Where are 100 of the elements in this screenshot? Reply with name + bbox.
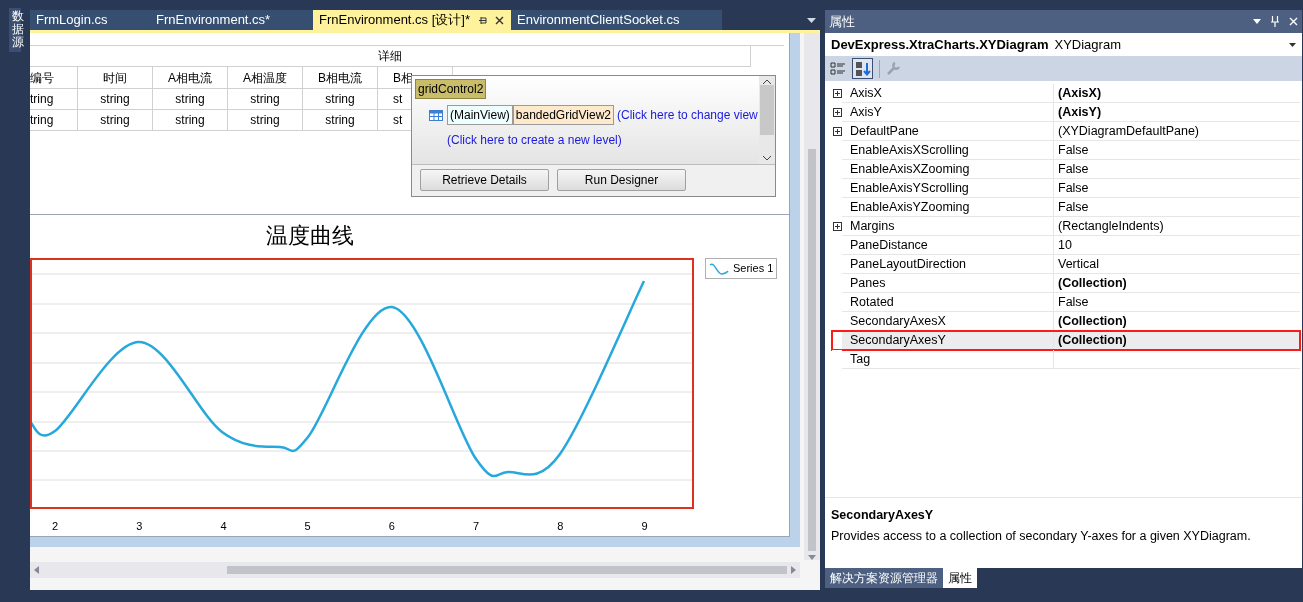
scroll-right-icon[interactable] bbox=[791, 566, 796, 574]
table-cell: string bbox=[228, 89, 303, 110]
table-cell: string bbox=[303, 89, 378, 110]
property-name: EnableAxisXScrolling bbox=[842, 141, 1054, 160]
axis-label: 4 bbox=[220, 519, 227, 534]
property-row[interactable]: DefaultPane (XYDiagramDefaultPane) bbox=[832, 122, 1300, 141]
property-value: 10 bbox=[1054, 236, 1300, 255]
scroll-up-icon[interactable] bbox=[763, 79, 771, 84]
column-header[interactable]: B相电流 bbox=[303, 67, 378, 89]
document-tab[interactable]: FrnEnvironment.cs [设计]* bbox=[313, 10, 511, 30]
property-row[interactable]: PaneDistance 10 bbox=[832, 236, 1300, 255]
caret-icon bbox=[1289, 42, 1296, 47]
axis-label: 7 bbox=[473, 519, 480, 534]
view-label: (MainView) bbox=[447, 105, 513, 125]
property-value: (Collection) bbox=[1054, 274, 1300, 293]
scroll-down-icon[interactable] bbox=[763, 156, 771, 161]
column-header[interactable]: A相电流 bbox=[153, 67, 228, 89]
property-value: False bbox=[1054, 141, 1300, 160]
scrollbar[interactable] bbox=[759, 76, 775, 164]
table-cell: string bbox=[228, 110, 303, 131]
legend-label: Series 1 bbox=[733, 261, 774, 277]
property-value: False bbox=[1054, 160, 1300, 179]
dropdown-icon[interactable] bbox=[1253, 19, 1261, 24]
categorized-icon[interactable] bbox=[830, 61, 846, 76]
document-tab[interactable]: FrmLogin.cs bbox=[30, 10, 150, 30]
property-name: AxisX bbox=[842, 84, 1054, 103]
property-name: Rotated bbox=[842, 293, 1054, 312]
horizontal-scrollbar[interactable] bbox=[30, 562, 800, 578]
property-value: False bbox=[1054, 293, 1300, 312]
axis-label: 2 bbox=[52, 519, 59, 534]
column-header[interactable]: A相温度 bbox=[228, 67, 303, 89]
view-name-tag[interactable]: bandedGridView2 bbox=[512, 105, 614, 125]
panel-title: 属性 bbox=[829, 12, 856, 31]
panel-tab[interactable]: 解决方案资源管理器 bbox=[825, 568, 943, 588]
chart-title: 温度曲线 bbox=[265, 222, 354, 250]
scroll-left-icon[interactable] bbox=[34, 566, 39, 574]
object-selector[interactable]: DevExpress.XtraCharts.XYDiagram XYDiagram bbox=[825, 33, 1302, 56]
expand-icon[interactable] bbox=[832, 127, 842, 136]
property-row[interactable]: Panes (Collection) bbox=[832, 274, 1300, 293]
column-header[interactable]: 时间 bbox=[78, 67, 153, 89]
property-name: AxisY bbox=[842, 103, 1054, 122]
property-name: DefaultPane bbox=[842, 122, 1054, 141]
property-row[interactable]: AxisY (AxisY) bbox=[832, 103, 1300, 122]
property-row[interactable]: EnableAxisYZooming False bbox=[832, 198, 1300, 217]
property-row[interactable]: Tag bbox=[832, 350, 1300, 369]
property-row[interactable]: SecondaryAxesY (Collection) bbox=[832, 331, 1300, 350]
series-line-icon bbox=[709, 261, 729, 276]
property-value: (RectangleIndents) bbox=[1054, 217, 1300, 236]
property-row[interactable]: AxisX (AxisX) bbox=[832, 84, 1300, 103]
property-value: False bbox=[1054, 198, 1300, 217]
property-name: EnableAxisYZooming bbox=[842, 198, 1054, 217]
axis-label: 8 bbox=[557, 519, 564, 534]
property-value: (AxisX) bbox=[1054, 84, 1300, 103]
table-cell: tring bbox=[30, 110, 78, 131]
close-icon[interactable] bbox=[495, 15, 504, 25]
property-value: (Collection) bbox=[1054, 331, 1300, 350]
panel-tab[interactable]: 属性 bbox=[943, 568, 977, 588]
designer-button[interactable]: Run Designer bbox=[557, 169, 686, 191]
property-row[interactable]: PaneLayoutDirection Vertical bbox=[832, 255, 1300, 274]
axis-label: 3 bbox=[136, 519, 143, 534]
description-title: SecondaryAxesY bbox=[831, 506, 935, 524]
property-value: False bbox=[1054, 179, 1300, 198]
band-header: 详细 bbox=[30, 46, 751, 67]
document-tab[interactable]: EnvironmentClientSocket.cs bbox=[511, 10, 722, 30]
expand-icon[interactable] bbox=[832, 222, 842, 231]
description-text: Provides access to a collection of secondary Y-axes for a given XYDiagram. bbox=[831, 528, 1252, 546]
axis-label: 9 bbox=[641, 519, 648, 534]
table-cell: string bbox=[153, 89, 228, 110]
property-row[interactable]: Margins (RectangleIndents) bbox=[832, 217, 1300, 236]
property-value: Vertical bbox=[1054, 255, 1300, 274]
dropdown-icon[interactable] bbox=[807, 18, 816, 23]
property-row[interactable]: EnableAxisYScrolling False bbox=[832, 179, 1300, 198]
property-value: (XYDiagramDefaultPane) bbox=[1054, 122, 1300, 141]
create-level-link[interactable]: (Click here to create a new level) bbox=[447, 131, 622, 149]
table-cell: string bbox=[78, 110, 153, 131]
property-row[interactable]: EnableAxisXZooming False bbox=[832, 160, 1300, 179]
property-name: EnableAxisYScrolling bbox=[842, 179, 1054, 198]
property-name: PaneLayoutDirection bbox=[842, 255, 1054, 274]
property-name: Panes bbox=[842, 274, 1054, 293]
expand-icon[interactable] bbox=[832, 108, 842, 117]
change-view-link[interactable]: (Click here to change view bbox=[617, 106, 758, 124]
table-cell: string bbox=[78, 89, 153, 110]
property-row[interactable]: EnableAxisXScrolling False bbox=[832, 141, 1300, 160]
control-name-tag: gridControl2 bbox=[415, 79, 487, 99]
property-name: PaneDistance bbox=[842, 236, 1054, 255]
axis-label: 6 bbox=[388, 519, 395, 534]
designer-button[interactable]: Retrieve Details bbox=[420, 169, 549, 191]
column-header[interactable]: 编号 bbox=[30, 67, 78, 89]
property-value: (AxisY) bbox=[1054, 103, 1300, 122]
table-cell: tring bbox=[30, 89, 78, 110]
expand-icon[interactable] bbox=[832, 89, 842, 98]
property-name: EnableAxisXZooming bbox=[842, 160, 1054, 179]
table-cell: string bbox=[153, 110, 228, 131]
property-row[interactable]: Rotated False bbox=[832, 293, 1300, 312]
document-tab[interactable]: FrnEnvironment.cs* bbox=[150, 10, 313, 30]
alphabetical-icon[interactable] bbox=[852, 58, 873, 79]
pin-icon[interactable] bbox=[478, 15, 487, 25]
vertical-scrollbar[interactable] bbox=[804, 33, 820, 560]
axis-label: 5 bbox=[304, 519, 311, 534]
table-cell: string bbox=[303, 110, 378, 131]
